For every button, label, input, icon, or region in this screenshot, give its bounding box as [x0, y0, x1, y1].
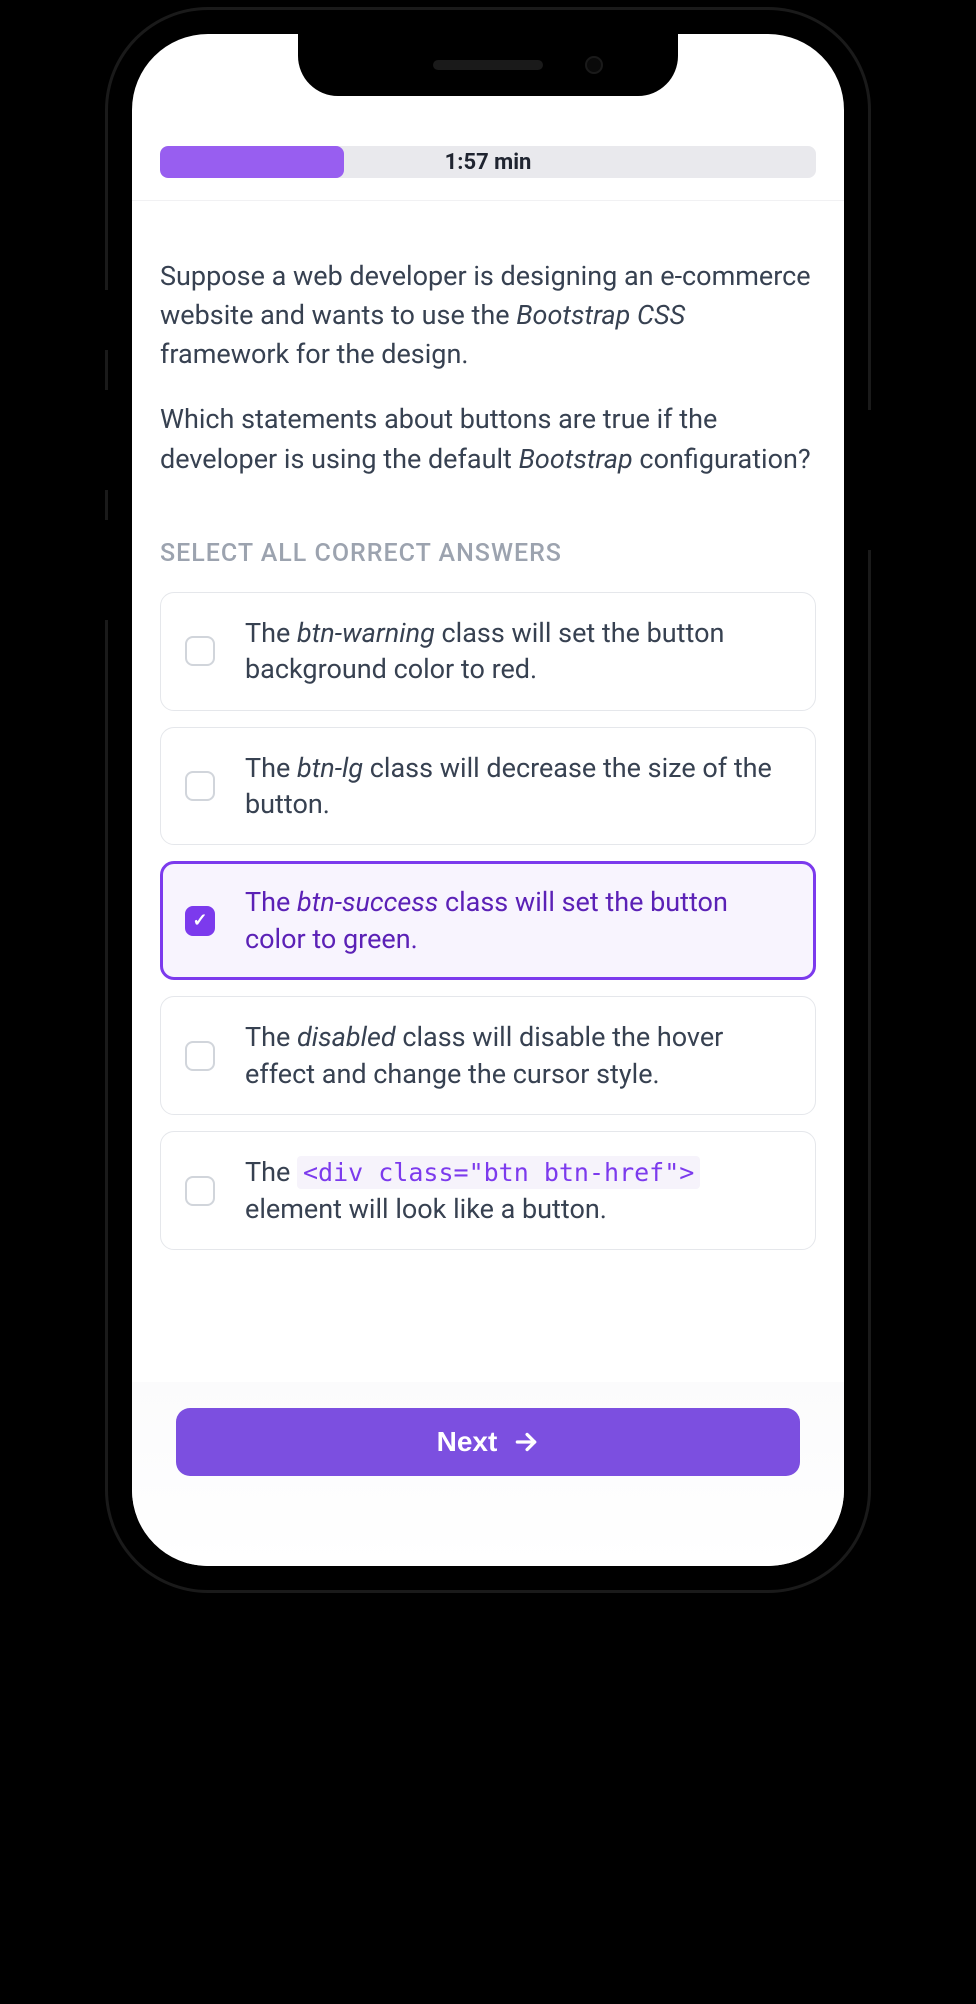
next-button-label: Next	[437, 1426, 498, 1458]
option-text-4: The <div class="btn btn-href"> element w…	[245, 1154, 791, 1227]
timer-progress-fill	[160, 146, 344, 178]
options-list: ✓ The btn-warning class will set the butt…	[160, 592, 816, 1250]
volume-down-button	[100, 520, 112, 620]
notch	[298, 34, 678, 96]
option-0[interactable]: ✓ The btn-warning class will set the butt…	[160, 592, 816, 711]
question-text: Suppose a web developer is designing an …	[160, 257, 816, 479]
power-button	[864, 410, 876, 550]
next-button[interactable]: Next	[176, 1408, 800, 1476]
option-checkbox-3[interactable]: ✓	[185, 1041, 215, 1071]
option-4[interactable]: ✓ The <div class="btn btn-href"> element …	[160, 1131, 816, 1250]
option-checkbox-4[interactable]: ✓	[185, 1176, 215, 1206]
option-text-2: The btn-success class will set the butto…	[245, 884, 791, 957]
option-text-3: The disabled class will disable the hove…	[245, 1019, 791, 1092]
option-text-1: The btn-lg class will decrease the size …	[245, 750, 791, 823]
content-area: 1:57 min Suppose a web developer is desi…	[132, 34, 844, 1566]
front-camera	[585, 56, 603, 74]
question-paragraph-2: Which statements about buttons are true …	[160, 400, 816, 478]
option-2[interactable]: ✓ The btn-success class will set the butt…	[160, 861, 816, 980]
volume-up-button	[100, 390, 112, 490]
arrow-right-icon	[513, 1429, 539, 1455]
timer-label: 1:57 min	[445, 150, 532, 175]
option-text-0: The btn-warning class will set the butto…	[245, 615, 791, 688]
option-checkbox-0[interactable]: ✓	[185, 636, 215, 666]
footer: Next	[132, 1382, 844, 1566]
checkmark-icon: ✓	[192, 910, 207, 931]
option-1[interactable]: ✓ The btn-lg class will decrease the size…	[160, 727, 816, 846]
mute-switch	[100, 290, 112, 350]
question-area: Suppose a web developer is designing an …	[132, 201, 844, 1382]
question-paragraph-1: Suppose a web developer is designing an …	[160, 257, 816, 374]
option-checkbox-2[interactable]: ✓	[185, 906, 215, 936]
timer-progress-bar: 1:57 min	[160, 146, 816, 178]
phone-frame: 1:57 min Suppose a web developer is desi…	[108, 10, 868, 1590]
screen: 1:57 min Suppose a web developer is desi…	[132, 34, 844, 1566]
option-checkbox-1[interactable]: ✓	[185, 771, 215, 801]
speaker-grille	[433, 60, 543, 70]
instruction-label: SELECT ALL CORRECT ANSWERS	[160, 539, 816, 568]
option-3[interactable]: ✓ The disabled class will disable the hov…	[160, 996, 816, 1115]
